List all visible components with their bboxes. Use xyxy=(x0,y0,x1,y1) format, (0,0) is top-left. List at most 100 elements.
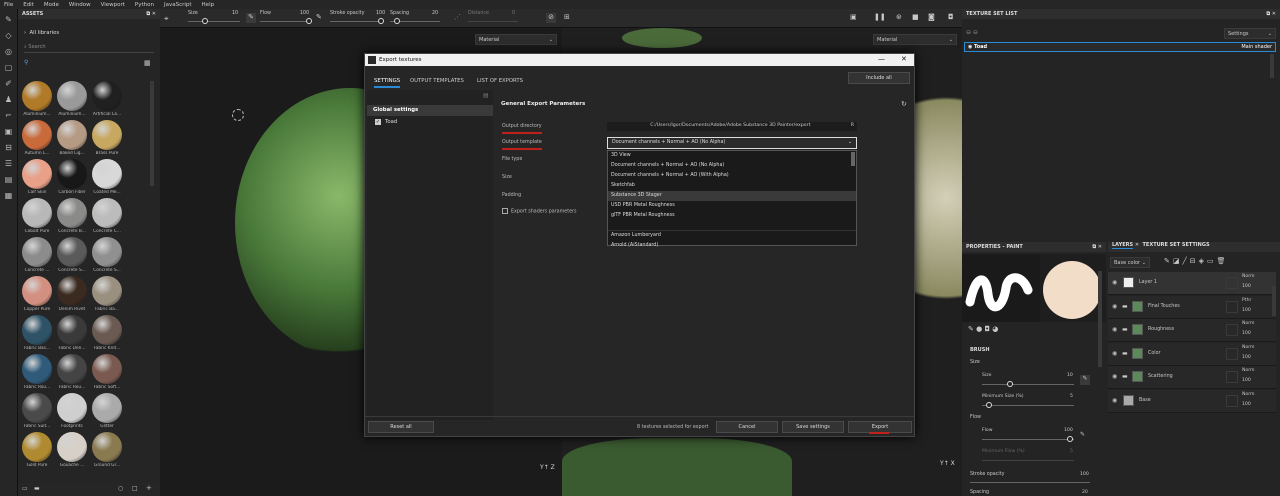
material-ball[interactable] xyxy=(92,120,122,150)
minimize-icon[interactable]: — xyxy=(878,55,885,63)
eye-icon[interactable]: ◉ xyxy=(1112,326,1117,333)
folder-browse-icon[interactable]: R xyxy=(851,123,854,128)
render-icon[interactable]: ⊛ xyxy=(896,13,902,21)
assets-scrollbar[interactable] xyxy=(150,81,154,186)
material-ball[interactable] xyxy=(57,237,87,267)
material-ball[interactable] xyxy=(92,432,122,462)
template-option[interactable]: Document channels + Normal + AO (With Al… xyxy=(608,171,856,181)
stroke-opacity-slider[interactable] xyxy=(330,21,382,22)
reset-all-button[interactable]: Reset all xyxy=(368,421,434,433)
add-asset-icon[interactable]: + xyxy=(146,484,152,492)
layer-row[interactable]: ◉ ▬ Color Norm 100 xyxy=(1108,342,1276,366)
template-option[interactable]: Document channels + Normal + AO (No Alph… xyxy=(608,161,856,171)
view-mode-icon[interactable]: ▣ xyxy=(850,13,857,21)
assets-search-input[interactable]: ⌕ Search xyxy=(24,44,154,53)
flow-slider[interactable] xyxy=(260,21,310,22)
min-flow-slider[interactable] xyxy=(982,460,1074,461)
mask-slot[interactable] xyxy=(1226,371,1238,383)
size-slider-handle[interactable] xyxy=(202,18,208,24)
menu-window[interactable]: Window xyxy=(69,2,91,8)
smudge-icon[interactable]: ✐ xyxy=(4,79,14,89)
toad-checkbox[interactable]: ✓ xyxy=(375,119,381,125)
menu-file[interactable]: File xyxy=(4,2,13,8)
template-list-scrollbar[interactable] xyxy=(851,152,855,166)
size-slider[interactable] xyxy=(188,21,240,22)
mask-slot[interactable] xyxy=(1226,277,1238,289)
material-ball[interactable] xyxy=(57,315,87,345)
layer-opacity[interactable]: 100 xyxy=(1242,308,1251,313)
stroke-opacity-handle[interactable] xyxy=(378,18,384,24)
filter-icon[interactable]: ⚲ xyxy=(24,59,28,66)
save-settings-button[interactable]: Save settings xyxy=(782,421,844,433)
stroke-opacity-slider[interactable] xyxy=(970,482,1090,483)
brush-options-icon[interactable]: ⌖ xyxy=(164,14,169,24)
export-asset-icon[interactable]: ▬ xyxy=(34,485,40,492)
layer-opacity[interactable]: 100 xyxy=(1242,355,1251,360)
material-ball[interactable] xyxy=(22,237,52,267)
reset-template-icon[interactable]: ↻ xyxy=(901,100,907,108)
material-ball[interactable] xyxy=(22,432,52,462)
alpha-tab-icon[interactable]: ● xyxy=(976,325,982,333)
libraries-breadcrumb[interactable]: › All libraries xyxy=(24,30,59,36)
menu-javascript[interactable]: JavaScript xyxy=(164,2,192,8)
menu-python[interactable]: Python xyxy=(135,2,154,8)
global-settings-item[interactable]: Global settings xyxy=(367,105,493,116)
close-icon[interactable]: ✕ xyxy=(901,55,907,63)
cancel-button[interactable]: Cancel xyxy=(716,421,778,433)
eraser-icon[interactable]: ◇ xyxy=(4,31,14,41)
template-option[interactable] xyxy=(608,221,856,231)
fill-bucket-icon[interactable]: ◈ xyxy=(1199,257,1207,265)
layer-opacity[interactable]: 100 xyxy=(1242,378,1251,383)
lazy-mouse-icon[interactable]: ⋰ xyxy=(454,13,461,21)
add-mask-icon[interactable]: ◪ xyxy=(1173,257,1183,265)
material-picker-icon[interactable]: ⌐ xyxy=(4,111,14,121)
screenshot-icon[interactable]: ◙ xyxy=(928,13,935,21)
material-ball[interactable] xyxy=(57,81,87,111)
flow-slider-handle[interactable] xyxy=(1067,436,1073,442)
blend-mode[interactable]: Norm xyxy=(1242,345,1255,350)
material-ball[interactable] xyxy=(22,276,52,306)
mask-slot[interactable] xyxy=(1226,324,1238,336)
mask-slot[interactable] xyxy=(1226,394,1238,407)
min-size-handle[interactable] xyxy=(986,402,992,408)
paint-brush-icon[interactable]: ✎ xyxy=(4,15,14,25)
brush-tab-icon[interactable]: ✎ xyxy=(968,325,974,333)
material-ball[interactable] xyxy=(92,315,122,345)
template-option[interactable]: Sketchfab xyxy=(608,181,856,191)
menu-edit[interactable]: Edit xyxy=(23,2,34,8)
template-option[interactable]: glTF PBR Metal Roughness xyxy=(608,211,856,221)
layer-opacity[interactable]: 100 xyxy=(1242,331,1251,336)
list-options-icon[interactable]: ▤ xyxy=(483,92,489,99)
close-tab-icon[interactable]: ✕ xyxy=(1135,242,1139,248)
material-ball[interactable] xyxy=(57,354,87,384)
material-ball[interactable] xyxy=(22,120,52,150)
material-tab-icon[interactable]: ◕ xyxy=(992,325,998,333)
material-ball[interactable] xyxy=(22,354,52,384)
material-ball[interactable] xyxy=(57,159,87,189)
blend-mode[interactable]: Norm xyxy=(1242,392,1255,397)
flow-slider[interactable] xyxy=(982,439,1074,440)
blend-mode[interactable]: Norm xyxy=(1242,321,1255,326)
tab-list-of-exports[interactable]: LIST OF EXPORTS xyxy=(477,78,523,88)
menu-mode[interactable]: Mode xyxy=(44,2,59,8)
refresh-icon[interactable]: ○ xyxy=(118,485,123,492)
material-ball[interactable] xyxy=(92,393,122,423)
grid-view-icon[interactable]: ▦ xyxy=(144,59,151,67)
tab-texture-set-settings[interactable]: TEXTURE SET SETTINGS xyxy=(1143,242,1210,248)
layer-row[interactable]: ◉ ▬ Final Touches Pthr 100 xyxy=(1108,295,1276,319)
add-paint-layer-icon[interactable]: ╱ xyxy=(1183,257,1190,265)
panel-close-icon[interactable]: ⧉ ✕ xyxy=(1266,11,1276,17)
material-ball[interactable] xyxy=(92,159,122,189)
material-ball[interactable] xyxy=(57,120,87,150)
layer-row[interactable]: ◉ Base Norm 100 xyxy=(1108,389,1276,413)
output-template-dropdown[interactable]: Document channels + Normal + AO (No Alph… xyxy=(607,137,857,149)
add-fill-layer-icon[interactable]: ⊟ xyxy=(1190,257,1199,265)
layers-scrollbar[interactable] xyxy=(1272,286,1276,316)
material-ball[interactable] xyxy=(22,315,52,345)
flow-slider-handle[interactable] xyxy=(306,18,312,24)
viewport-material-dropdown-left[interactable]: Material ⌄ xyxy=(475,34,557,45)
mask-slot[interactable] xyxy=(1226,347,1238,360)
add-effect-icon[interactable]: ✎ xyxy=(1164,257,1173,265)
tab-settings[interactable]: SETTINGS xyxy=(374,78,401,88)
template-option[interactable]: Arnold (AiStandard) xyxy=(608,241,856,251)
